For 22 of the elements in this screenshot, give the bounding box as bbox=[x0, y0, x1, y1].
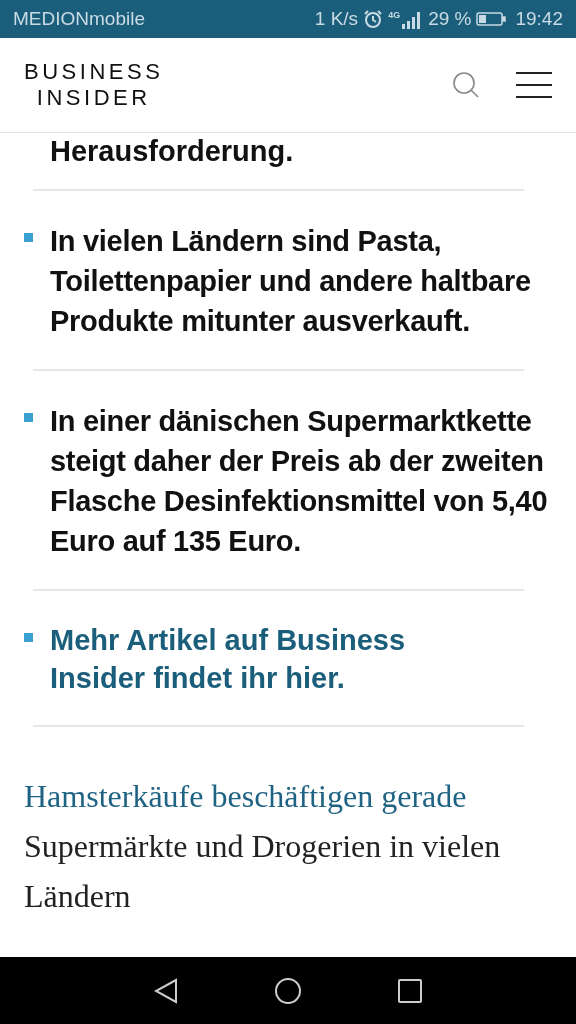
bullet-text: In vielen Ländern sind Pasta, Toilettenpapier und andere haltbare Produkte mitunter ausverkauft. bbox=[50, 224, 532, 339]
battery-percent: 29 % bbox=[428, 6, 472, 31]
bullet-text: In einer dänischen Supermarktkette steigt daher der Preis ab der zweiten Flasche Desinfektionsmittel von 5,40 Euro auf 135 Euro. bbox=[50, 404, 549, 559]
text-link[interactable]: Hamsterkäufe beschäftigen gerade bbox=[24, 778, 467, 814]
network-speed: 1 K/s bbox=[314, 6, 359, 31]
bullet-text: Herausforderung. bbox=[49, 134, 295, 169]
carrier-name: MEDIONmobile bbox=[13, 6, 145, 31]
menu-icon[interactable] bbox=[516, 72, 552, 98]
article-paragraph: Hamsterkäufe beschäftigen gerade Supermärkte und Drogerien in vielen Ländern bbox=[23, 777, 502, 916]
home-icon[interactable] bbox=[274, 976, 302, 1005]
back-icon[interactable] bbox=[154, 977, 178, 1004]
bullet-marker bbox=[24, 413, 33, 422]
bullet-marker bbox=[24, 633, 33, 642]
clock-time: 19:42 bbox=[515, 6, 563, 31]
logo[interactable]: BUSINESS INSIDER bbox=[24, 59, 164, 111]
bullet-marker bbox=[24, 233, 33, 242]
search-icon[interactable] bbox=[452, 71, 480, 99]
recents-icon[interactable] bbox=[398, 978, 422, 1003]
battery-icon bbox=[476, 11, 507, 27]
network-type: 4G bbox=[388, 10, 401, 20]
article-link[interactable]: Mehr Artikel auf Business Insider findet ihr hier. bbox=[50, 621, 470, 697]
alarm-icon bbox=[363, 9, 384, 29]
